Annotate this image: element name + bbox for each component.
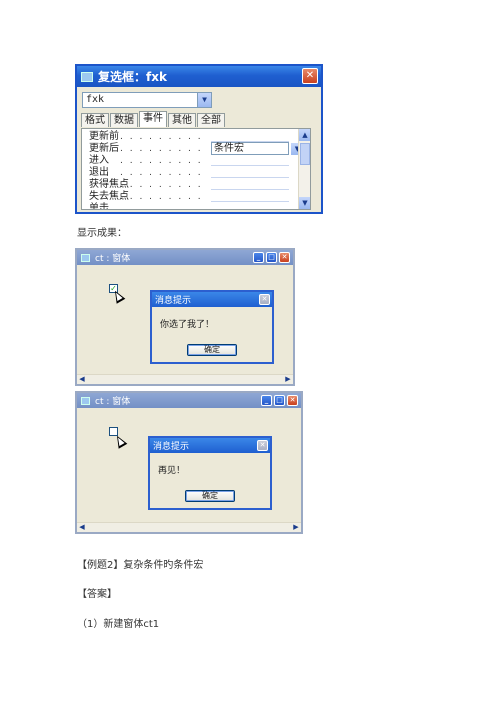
property-name: 更新后 xyxy=(89,143,119,154)
scroll-thumb[interactable] xyxy=(300,143,310,165)
property-value-input[interactable]: 条件宏 ▼ ... xyxy=(211,142,310,155)
result-caption: 显示成果： xyxy=(77,228,127,239)
property-value[interactable] xyxy=(211,131,289,142)
chevron-down-icon[interactable]: ▼ xyxy=(197,93,211,107)
property-value-text: 条件宏 xyxy=(214,143,244,154)
form-icon xyxy=(81,253,90,262)
close-icon: ✕ xyxy=(259,441,266,449)
close-icon: ✕ xyxy=(305,70,315,81)
leader-dots: . . . . . . . . . . . . xyxy=(120,156,208,166)
object-select-value: fxk xyxy=(86,94,105,105)
form-window-1: ct : 窗体 _ □ ✕ ✓ 消息提示 ✕ 你选了我了！ 确定 ◀ ▶ xyxy=(75,248,295,386)
maximize-icon: □ xyxy=(276,396,283,404)
scroll-right-icon[interactable]: ▶ xyxy=(283,375,293,384)
object-select[interactable]: fxk ▼ xyxy=(82,92,212,108)
maximize-button[interactable]: □ xyxy=(274,395,285,406)
minimize-icon: _ xyxy=(264,396,269,404)
property-sheet-window: 复选框：fxk ✕ fxk ▼ 格式 数据 事件 其他 全部 更新前 . . .… xyxy=(75,64,323,214)
scroll-left-icon[interactable]: ◀ xyxy=(77,523,87,532)
property-row[interactable]: 单击 . . . . . . . . . . . . xyxy=(82,203,300,210)
vertical-scrollbar[interactable]: ▲ ▼ xyxy=(298,129,310,209)
minimize-button[interactable]: _ xyxy=(253,252,264,263)
property-grid: 更新前 . . . . . . . . . . . . 更新后 . . . . … xyxy=(81,128,311,210)
form-window-2: ct : 窗体 _ □ ✕ 消息提示 ✕ 再见！ 确定 ◀ ▶ xyxy=(75,391,303,534)
mouse-pointer-icon xyxy=(112,433,128,449)
property-row[interactable]: 获得焦点 . . . . . . . . . . . . xyxy=(82,179,300,191)
close-button[interactable]: ✕ xyxy=(279,252,290,263)
property-sheet-title: 复选框：fxk xyxy=(98,70,167,84)
scroll-up-icon[interactable]: ▲ xyxy=(299,129,310,141)
close-icon: ✕ xyxy=(281,253,288,261)
horizontal-scrollbar[interactable]: ◀ ▶ xyxy=(77,374,293,384)
close-icon: ✕ xyxy=(289,396,296,404)
property-value[interactable] xyxy=(211,167,289,178)
property-name: 退出 xyxy=(89,167,109,178)
property-row[interactable]: 失去焦点 . . . . . . . . . . . . xyxy=(82,191,300,203)
message-close-button[interactable]: ✕ xyxy=(259,294,270,305)
property-value[interactable] xyxy=(211,203,289,209)
property-name: 单击 xyxy=(89,203,109,210)
leader-dots: . . . . . . . . . . . . xyxy=(120,168,208,178)
property-name: 更新前 xyxy=(89,131,119,142)
message-titlebar[interactable]: 消息提示 xyxy=(150,438,270,453)
minimize-button[interactable]: _ xyxy=(261,395,272,406)
form-icon xyxy=(81,396,90,405)
leader-dots: . . . . . . . . . . . . xyxy=(120,144,208,154)
form-title: ct : 窗体 xyxy=(95,254,131,264)
tab-other[interactable]: 其他 xyxy=(168,113,196,127)
ok-button[interactable]: 确定 xyxy=(187,344,237,356)
property-name: 进入 xyxy=(89,155,109,166)
leader-dots: . . . . . . . . . . . . xyxy=(120,132,208,142)
message-titlebar[interactable]: 消息提示 xyxy=(152,292,272,307)
mouse-pointer-icon xyxy=(110,288,126,304)
message-close-button[interactable]: ✕ xyxy=(257,440,268,451)
property-value[interactable] xyxy=(211,155,289,166)
message-text: 你选了我了！ xyxy=(160,320,215,330)
leader-dots: . . . . . . . . . . . . xyxy=(120,180,208,190)
property-value[interactable] xyxy=(211,179,289,190)
close-icon: ✕ xyxy=(261,295,268,303)
example-heading: 【例题2】复杂条件旳条件宏 xyxy=(77,560,204,571)
property-value[interactable] xyxy=(211,191,289,202)
property-row[interactable]: 进入 . . . . . . . . . . . . xyxy=(82,155,300,167)
close-button[interactable]: ✕ xyxy=(302,68,318,84)
answer-heading: 【答案】 xyxy=(77,589,117,600)
scroll-left-icon[interactable]: ◀ xyxy=(77,375,87,384)
minimize-icon: _ xyxy=(256,253,261,261)
message-box: 消息提示 ✕ 再见！ 确定 xyxy=(148,436,272,510)
message-title: 消息提示 xyxy=(155,296,192,306)
leader-dots: . . . . . . . . . . . . xyxy=(120,192,208,202)
step-1-text: （1）新建窗体ct1 xyxy=(77,619,160,630)
maximize-icon: □ xyxy=(268,253,275,261)
ok-button[interactable]: 确定 xyxy=(185,490,235,502)
maximize-button[interactable]: □ xyxy=(266,252,277,263)
property-tabs: 格式 数据 事件 其他 全部 xyxy=(81,111,226,127)
message-title: 消息提示 xyxy=(153,442,190,452)
message-text: 再见！ xyxy=(158,466,186,476)
message-box: 消息提示 ✕ 你选了我了！ 确定 xyxy=(150,290,274,364)
property-row[interactable]: 更新后 . . . . . . . . . . . . 条件宏 ▼ ... xyxy=(82,142,310,155)
leader-dots: . . . . . . . . . . . . xyxy=(120,204,208,210)
scroll-right-icon[interactable]: ▶ xyxy=(291,523,301,532)
tab-all[interactable]: 全部 xyxy=(197,113,225,127)
tab-event[interactable]: 事件 xyxy=(139,111,167,127)
close-button[interactable]: ✕ xyxy=(287,395,298,406)
property-sheet-titlebar[interactable]: 复选框：fxk xyxy=(77,66,321,87)
property-row[interactable]: 退出 . . . . . . . . . . . . xyxy=(82,167,300,179)
form-title: ct : 窗体 xyxy=(95,397,131,407)
scroll-down-icon[interactable]: ▼ xyxy=(299,197,310,209)
tab-data[interactable]: 数据 xyxy=(110,113,138,127)
horizontal-scrollbar[interactable]: ◀ ▶ xyxy=(77,522,301,532)
tab-format[interactable]: 格式 xyxy=(81,113,109,127)
form-icon xyxy=(81,71,93,82)
